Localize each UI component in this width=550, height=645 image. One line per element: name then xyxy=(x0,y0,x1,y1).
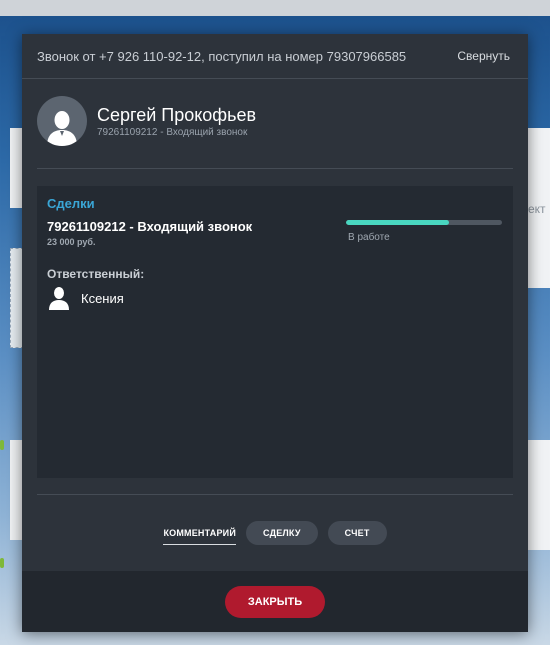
deal-progress-bar xyxy=(346,220,502,225)
divider xyxy=(37,168,513,169)
deal-status: В работе xyxy=(348,232,390,243)
contact-card[interactable]: Сергей Прокофьев 79261109212 - Входящий … xyxy=(37,96,256,146)
call-title: Звонок от +7 926 110-92-12, поступил на … xyxy=(37,48,407,64)
contact-info: Сергей Прокофьев 79261109212 - Входящий … xyxy=(97,104,256,138)
tab-deal[interactable]: СДЕЛКУ xyxy=(246,521,318,545)
deal-progress-fill xyxy=(346,220,449,225)
deals-panel: Сделки 79261109212 - Входящий звонок 23 … xyxy=(37,186,513,478)
close-button[interactable]: ЗАКРЫТЬ xyxy=(224,585,326,618)
action-tabs: КОММЕНТАРИЙ СДЕЛКУ СЧЕТ xyxy=(22,521,528,545)
person-icon xyxy=(47,286,71,310)
tab-comment[interactable]: КОММЕНТАРИЙ xyxy=(163,522,236,545)
responsible-label: Ответственный: xyxy=(47,267,145,281)
deal-price: 23 000 руб. xyxy=(47,237,96,247)
background-indicator xyxy=(0,558,4,568)
modal-header: Звонок от +7 926 110-92-12, поступил на … xyxy=(22,34,528,79)
modal-footer: ЗАКРЫТЬ xyxy=(22,571,528,632)
tab-invoice[interactable]: СЧЕТ xyxy=(327,521,387,545)
background-fragment-text: ект xyxy=(528,202,546,216)
deals-heading: Сделки xyxy=(47,196,95,211)
responsible-user: Ксения xyxy=(47,286,124,310)
background-indicator xyxy=(0,440,4,450)
background-top-strip xyxy=(0,0,550,16)
collapse-button[interactable]: Свернуть xyxy=(457,49,510,63)
contact-name[interactable]: Сергей Прокофьев xyxy=(97,104,256,126)
user-avatar-icon xyxy=(37,96,87,146)
divider xyxy=(37,494,513,495)
background-panel xyxy=(527,440,550,550)
contact-subtitle: 79261109212 - Входящий звонок xyxy=(97,127,248,138)
responsible-name: Ксения xyxy=(81,290,124,306)
incoming-call-modal: Звонок от +7 926 110-92-12, поступил на … xyxy=(22,34,528,632)
deal-name[interactable]: 79261109212 - Входящий звонок xyxy=(47,219,252,234)
